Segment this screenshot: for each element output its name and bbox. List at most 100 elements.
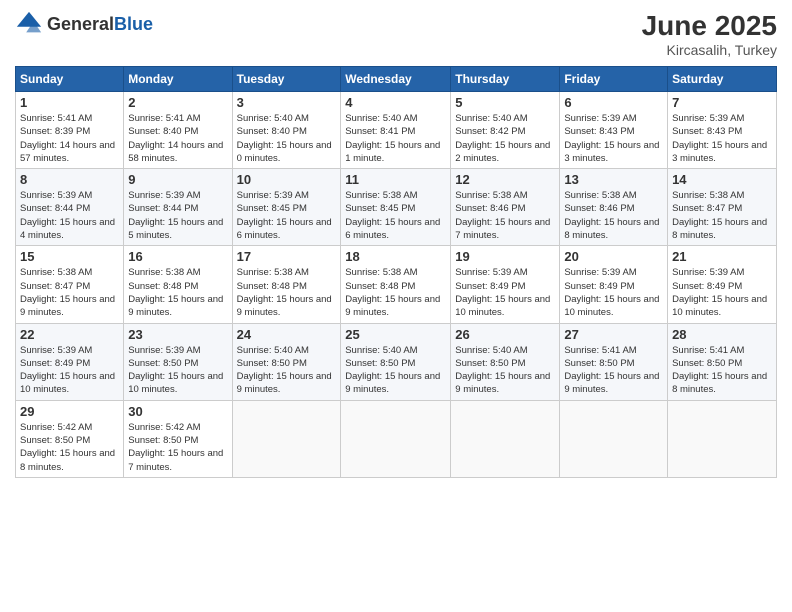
- calendar-cell: 29 Sunrise: 5:42 AMSunset: 8:50 PMDaylig…: [16, 400, 124, 477]
- calendar-cell: [341, 400, 451, 477]
- day-detail: Sunrise: 5:40 AMSunset: 8:50 PMDaylight:…: [237, 345, 332, 396]
- day-detail: Sunrise: 5:41 AMSunset: 8:39 PMDaylight:…: [20, 113, 115, 164]
- day-number: 8: [20, 172, 119, 187]
- day-detail: Sunrise: 5:39 AMSunset: 8:43 PMDaylight:…: [672, 113, 767, 164]
- calendar-cell: 26 Sunrise: 5:40 AMSunset: 8:50 PMDaylig…: [451, 323, 560, 400]
- calendar-cell: 24 Sunrise: 5:40 AMSunset: 8:50 PMDaylig…: [232, 323, 341, 400]
- day-detail: Sunrise: 5:41 AMSunset: 8:40 PMDaylight:…: [128, 113, 223, 164]
- day-detail: Sunrise: 5:41 AMSunset: 8:50 PMDaylight:…: [672, 345, 767, 396]
- calendar-cell: 4 Sunrise: 5:40 AMSunset: 8:41 PMDayligh…: [341, 92, 451, 169]
- day-number: 27: [564, 327, 663, 342]
- day-detail: Sunrise: 5:38 AMSunset: 8:45 PMDaylight:…: [345, 190, 440, 241]
- day-detail: Sunrise: 5:38 AMSunset: 8:47 PMDaylight:…: [20, 267, 115, 318]
- header: GeneralBlue June 2025 Kircasalih, Turkey: [15, 10, 777, 58]
- day-number: 15: [20, 249, 119, 264]
- day-detail: Sunrise: 5:38 AMSunset: 8:47 PMDaylight:…: [672, 190, 767, 241]
- calendar-week-3: 15 Sunrise: 5:38 AMSunset: 8:47 PMDaylig…: [16, 246, 777, 323]
- day-detail: Sunrise: 5:38 AMSunset: 8:46 PMDaylight:…: [455, 190, 550, 241]
- calendar-week-5: 29 Sunrise: 5:42 AMSunset: 8:50 PMDaylig…: [16, 400, 777, 477]
- day-detail: Sunrise: 5:39 AMSunset: 8:45 PMDaylight:…: [237, 190, 332, 241]
- day-number: 9: [128, 172, 227, 187]
- calendar-cell: 8 Sunrise: 5:39 AMSunset: 8:44 PMDayligh…: [16, 169, 124, 246]
- col-header-sunday: Sunday: [16, 67, 124, 92]
- calendar-week-4: 22 Sunrise: 5:39 AMSunset: 8:49 PMDaylig…: [16, 323, 777, 400]
- day-number: 18: [345, 249, 446, 264]
- title-block: June 2025 Kircasalih, Turkey: [642, 10, 777, 58]
- day-number: 7: [672, 95, 772, 110]
- calendar-container: GeneralBlue June 2025 Kircasalih, Turkey…: [0, 0, 792, 488]
- col-header-wednesday: Wednesday: [341, 67, 451, 92]
- day-detail: Sunrise: 5:40 AMSunset: 8:41 PMDaylight:…: [345, 113, 440, 164]
- day-number: 11: [345, 172, 446, 187]
- calendar-cell: 11 Sunrise: 5:38 AMSunset: 8:45 PMDaylig…: [341, 169, 451, 246]
- calendar-cell: 2 Sunrise: 5:41 AMSunset: 8:40 PMDayligh…: [124, 92, 232, 169]
- calendar-cell: [560, 400, 668, 477]
- calendar-cell: 17 Sunrise: 5:38 AMSunset: 8:48 PMDaylig…: [232, 246, 341, 323]
- day-detail: Sunrise: 5:39 AMSunset: 8:49 PMDaylight:…: [20, 345, 115, 396]
- day-number: 30: [128, 404, 227, 419]
- col-header-friday: Friday: [560, 67, 668, 92]
- day-detail: Sunrise: 5:40 AMSunset: 8:50 PMDaylight:…: [455, 345, 550, 396]
- calendar-cell: 13 Sunrise: 5:38 AMSunset: 8:46 PMDaylig…: [560, 169, 668, 246]
- day-number: 12: [455, 172, 555, 187]
- col-header-thursday: Thursday: [451, 67, 560, 92]
- day-number: 10: [237, 172, 337, 187]
- calendar-cell: 25 Sunrise: 5:40 AMSunset: 8:50 PMDaylig…: [341, 323, 451, 400]
- day-number: 3: [237, 95, 337, 110]
- calendar-cell: [232, 400, 341, 477]
- calendar-cell: 23 Sunrise: 5:39 AMSunset: 8:50 PMDaylig…: [124, 323, 232, 400]
- day-detail: Sunrise: 5:38 AMSunset: 8:46 PMDaylight:…: [564, 190, 659, 241]
- calendar-cell: 1 Sunrise: 5:41 AMSunset: 8:39 PMDayligh…: [16, 92, 124, 169]
- day-detail: Sunrise: 5:39 AMSunset: 8:50 PMDaylight:…: [128, 345, 223, 396]
- day-number: 13: [564, 172, 663, 187]
- day-number: 25: [345, 327, 446, 342]
- day-number: 23: [128, 327, 227, 342]
- col-header-monday: Monday: [124, 67, 232, 92]
- day-number: 22: [20, 327, 119, 342]
- day-number: 5: [455, 95, 555, 110]
- calendar-cell: 21 Sunrise: 5:39 AMSunset: 8:49 PMDaylig…: [668, 246, 777, 323]
- day-detail: Sunrise: 5:39 AMSunset: 8:44 PMDaylight:…: [128, 190, 223, 241]
- calendar-week-2: 8 Sunrise: 5:39 AMSunset: 8:44 PMDayligh…: [16, 169, 777, 246]
- day-number: 21: [672, 249, 772, 264]
- calendar-cell: 20 Sunrise: 5:39 AMSunset: 8:49 PMDaylig…: [560, 246, 668, 323]
- day-detail: Sunrise: 5:38 AMSunset: 8:48 PMDaylight:…: [345, 267, 440, 318]
- day-detail: Sunrise: 5:40 AMSunset: 8:50 PMDaylight:…: [345, 345, 440, 396]
- calendar-table: SundayMondayTuesdayWednesdayThursdayFrid…: [15, 66, 777, 478]
- day-number: 1: [20, 95, 119, 110]
- calendar-cell: 14 Sunrise: 5:38 AMSunset: 8:47 PMDaylig…: [668, 169, 777, 246]
- calendar-cell: 12 Sunrise: 5:38 AMSunset: 8:46 PMDaylig…: [451, 169, 560, 246]
- day-detail: Sunrise: 5:39 AMSunset: 8:49 PMDaylight:…: [564, 267, 659, 318]
- col-header-saturday: Saturday: [668, 67, 777, 92]
- calendar-cell: 18 Sunrise: 5:38 AMSunset: 8:48 PMDaylig…: [341, 246, 451, 323]
- day-detail: Sunrise: 5:40 AMSunset: 8:42 PMDaylight:…: [455, 113, 550, 164]
- calendar-cell: [451, 400, 560, 477]
- day-number: 20: [564, 249, 663, 264]
- logo-text-blue: Blue: [114, 14, 153, 34]
- col-header-tuesday: Tuesday: [232, 67, 341, 92]
- day-number: 17: [237, 249, 337, 264]
- day-number: 16: [128, 249, 227, 264]
- calendar-location: Kircasalih, Turkey: [642, 42, 777, 58]
- day-detail: Sunrise: 5:42 AMSunset: 8:50 PMDaylight:…: [128, 422, 223, 473]
- day-number: 2: [128, 95, 227, 110]
- calendar-cell: 27 Sunrise: 5:41 AMSunset: 8:50 PMDaylig…: [560, 323, 668, 400]
- calendar-cell: 7 Sunrise: 5:39 AMSunset: 8:43 PMDayligh…: [668, 92, 777, 169]
- day-detail: Sunrise: 5:41 AMSunset: 8:50 PMDaylight:…: [564, 345, 659, 396]
- header-row: SundayMondayTuesdayWednesdayThursdayFrid…: [16, 67, 777, 92]
- calendar-title: June 2025: [642, 10, 777, 42]
- calendar-cell: 19 Sunrise: 5:39 AMSunset: 8:49 PMDaylig…: [451, 246, 560, 323]
- day-detail: Sunrise: 5:38 AMSunset: 8:48 PMDaylight:…: [237, 267, 332, 318]
- logo: GeneralBlue: [15, 10, 153, 38]
- calendar-cell: 3 Sunrise: 5:40 AMSunset: 8:40 PMDayligh…: [232, 92, 341, 169]
- day-detail: Sunrise: 5:39 AMSunset: 8:43 PMDaylight:…: [564, 113, 659, 164]
- day-number: 19: [455, 249, 555, 264]
- day-number: 4: [345, 95, 446, 110]
- day-detail: Sunrise: 5:39 AMSunset: 8:44 PMDaylight:…: [20, 190, 115, 241]
- day-detail: Sunrise: 5:39 AMSunset: 8:49 PMDaylight:…: [455, 267, 550, 318]
- calendar-cell: 28 Sunrise: 5:41 AMSunset: 8:50 PMDaylig…: [668, 323, 777, 400]
- day-detail: Sunrise: 5:42 AMSunset: 8:50 PMDaylight:…: [20, 422, 115, 473]
- logo-text-general: General: [47, 14, 114, 34]
- logo-icon: [15, 10, 43, 38]
- day-detail: Sunrise: 5:40 AMSunset: 8:40 PMDaylight:…: [237, 113, 332, 164]
